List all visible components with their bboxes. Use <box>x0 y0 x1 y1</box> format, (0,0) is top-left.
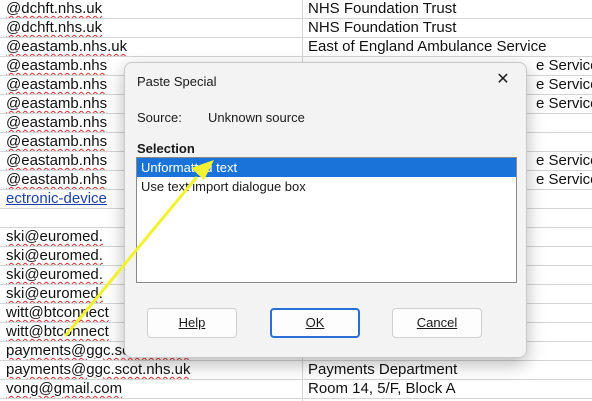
cancel-button[interactable]: Cancel <box>392 308 482 338</box>
ok-button-label: OK <box>305 315 325 330</box>
help-button-label: Help <box>178 315 206 330</box>
table-row[interactable]: payments@ggc.scot.nhs.uk Payments Depart… <box>0 361 592 380</box>
email-cell[interactable]: @dchft.nhs.uk <box>6 0 301 18</box>
help-button[interactable]: Help <box>147 308 237 338</box>
organisation-cell[interactable]: e Service <box>536 95 592 113</box>
ok-button[interactable]: OK <box>270 308 360 338</box>
option-unformatted-text[interactable]: Unformatted text <box>137 158 516 177</box>
table-row[interactable]: vong@gmail.com Room 14, 5/F, Block A <box>0 380 592 399</box>
organisation-cell[interactable]: e Service <box>536 171 592 189</box>
option-text-import-dialogue[interactable]: Use text import dialogue box <box>137 177 516 196</box>
source-value: Unknown source <box>208 110 305 125</box>
organisation-cell[interactable]: Room 14, 5/F, Block A <box>308 380 592 398</box>
dialog-title: Paste Special <box>137 74 217 89</box>
table-row[interactable]: @eastamb.nhs.uk East of England Ambulanc… <box>0 38 592 57</box>
paste-special-dialog: Paste Special ✕ Source: Unknown source S… <box>124 62 527 358</box>
organisation-cell[interactable]: NHS Foundation Trust <box>308 0 592 18</box>
organisation-cell[interactable]: e Service <box>536 57 592 75</box>
email-cell[interactable]: vong@gmail.com <box>6 380 301 398</box>
organisation-cell[interactable]: e Service <box>536 152 592 170</box>
organisation-cell[interactable]: East of England Ambulance Service <box>308 38 592 56</box>
selection-heading: Selection <box>137 141 195 156</box>
email-cell[interactable]: @dchft.nhs.uk <box>6 19 301 37</box>
email-cell[interactable]: @eastamb.nhs.uk <box>6 38 301 56</box>
organisation-cell[interactable]: Payments Department <box>308 361 592 379</box>
email-cell[interactable]: payments@ggc.scot.nhs.uk <box>6 361 301 379</box>
organisation-cell[interactable]: e Service <box>536 76 592 94</box>
table-row[interactable]: @dchft.nhs.uk NHS Foundation Trust <box>0 19 592 38</box>
close-icon[interactable]: ✕ <box>490 69 516 91</box>
organisation-cell[interactable]: NHS Foundation Trust <box>308 19 592 37</box>
cancel-button-label: Cancel <box>416 315 458 330</box>
selection-listbox[interactable]: Unformatted text Use text import dialogu… <box>136 157 517 283</box>
source-label: Source: <box>137 110 182 125</box>
table-row[interactable]: @dchft.nhs.uk NHS Foundation Trust <box>0 0 592 19</box>
